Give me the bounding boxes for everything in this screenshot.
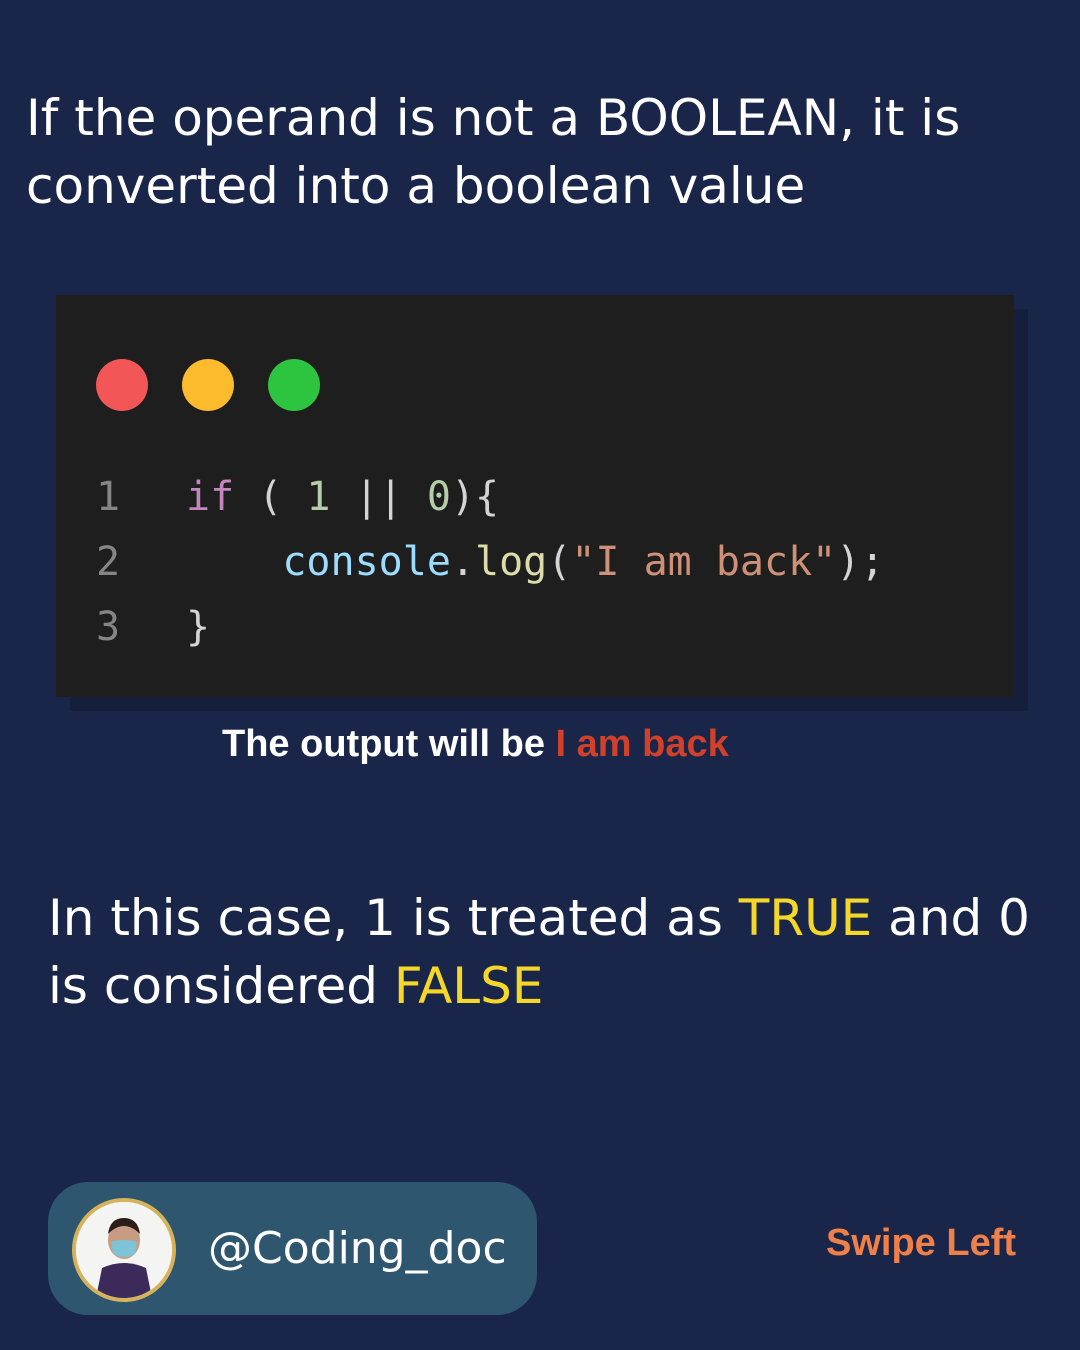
heading: If the operand is not a BOOLEAN, it is c… bbox=[26, 89, 961, 215]
swipe-left-label[interactable]: Swipe Left bbox=[826, 1218, 1016, 1268]
code-token: "I am back" bbox=[571, 539, 837, 585]
code-token: || bbox=[330, 474, 427, 520]
code-token: console bbox=[282, 539, 451, 585]
code-token: log bbox=[475, 539, 548, 585]
code-content: console.log("I am back"); bbox=[186, 530, 884, 595]
user-photo-avatar-icon bbox=[72, 1198, 176, 1302]
explanation-text: In this case, 1 is treated as TRUE and 0… bbox=[48, 884, 1038, 1020]
code-token: ); bbox=[836, 539, 885, 585]
line-number: 1 bbox=[96, 474, 121, 520]
code-token: if bbox=[186, 474, 235, 520]
profile-handle[interactable]: @Coding_doc bbox=[208, 1222, 507, 1276]
output-prefix: The output will be bbox=[222, 723, 556, 765]
code-window: 1 if ( 1 || 0){2 console.log("I am back")… bbox=[56, 295, 1014, 697]
code-token: } bbox=[186, 604, 211, 650]
code-token: ( bbox=[234, 474, 307, 520]
maximize-dot bbox=[268, 359, 320, 411]
output-text: The output will be I am back bbox=[222, 720, 729, 768]
code-token: ){ bbox=[450, 474, 500, 520]
line-number: 3 bbox=[96, 604, 121, 650]
minimize-dot bbox=[182, 359, 234, 411]
output-value: I am back bbox=[555, 723, 729, 765]
code-content: } bbox=[186, 595, 210, 660]
code-line: 1 if ( 1 || 0){ bbox=[96, 465, 884, 530]
code-line: 2 console.log("I am back"); bbox=[96, 530, 884, 595]
profile-badge[interactable]: @Coding_doc bbox=[48, 1182, 537, 1315]
code-token: 1 bbox=[306, 474, 331, 520]
code-token: ( bbox=[547, 539, 572, 585]
code-content: if ( 1 || 0){ bbox=[186, 465, 499, 530]
window-controls bbox=[96, 359, 320, 411]
line-number: 2 bbox=[96, 539, 121, 585]
close-dot bbox=[96, 359, 148, 411]
code-block: 1 if ( 1 || 0){2 console.log("I am back")… bbox=[96, 465, 884, 660]
code-token: 0 bbox=[426, 474, 451, 520]
false-word: FALSE bbox=[393, 957, 544, 1015]
true-word: TRUE bbox=[738, 889, 873, 947]
code-line: 3} bbox=[96, 595, 884, 660]
explanation-part1: In this case, 1 is treated as bbox=[48, 889, 739, 947]
code-token: . bbox=[450, 539, 475, 585]
